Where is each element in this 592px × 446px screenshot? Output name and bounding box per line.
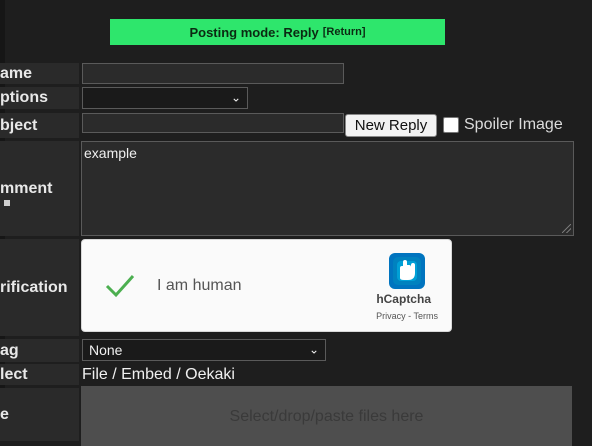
label-options: ptions [0, 87, 79, 109]
flag-select[interactable]: None ⌄ [82, 339, 326, 361]
comment-marker [4, 200, 10, 206]
hcaptcha-widget[interactable]: I am human hCaptcha Privacy - Terms [81, 239, 452, 332]
label-subject: bject [0, 113, 79, 138]
chevron-down-icon: ⌄ [230, 90, 241, 105]
name-input[interactable] [82, 63, 344, 84]
file-dropzone[interactable]: Select/drop/paste files here [81, 386, 572, 446]
label-flag: ag [0, 339, 79, 362]
dropzone-text: Select/drop/paste files here [229, 408, 424, 425]
label-file: e [0, 388, 79, 441]
label-comment: mment [0, 141, 79, 236]
hcaptcha-brand: hCaptcha [376, 292, 431, 306]
chevron-down-icon: ⌄ [308, 342, 319, 357]
label-select: lect [0, 364, 79, 385]
comment-textarea[interactable]: example [81, 141, 574, 236]
spoiler-checkbox[interactable] [443, 117, 459, 133]
return-link[interactable]: [Return] [323, 26, 366, 38]
spoiler-label: Spoiler Image [464, 116, 563, 133]
select-mode-links[interactable]: File / Embed / Oekaki [82, 366, 235, 384]
new-reply-button[interactable]: New Reply [345, 114, 437, 137]
hcaptcha-logo-icon [389, 253, 425, 289]
options-select[interactable]: ⌄ [82, 87, 248, 109]
resize-handle[interactable] [562, 224, 571, 233]
label-verification: rification [0, 239, 79, 336]
comment-text: example [84, 145, 137, 161]
captcha-links[interactable]: Privacy - Terms [376, 311, 438, 321]
subject-input[interactable] [82, 113, 344, 133]
flag-selected-value: None [89, 342, 123, 358]
posting-mode-text: Posting mode: Reply [189, 24, 319, 40]
label-name: ame [0, 63, 79, 84]
posting-mode-banner: Posting mode: Reply [Return] [110, 19, 445, 45]
